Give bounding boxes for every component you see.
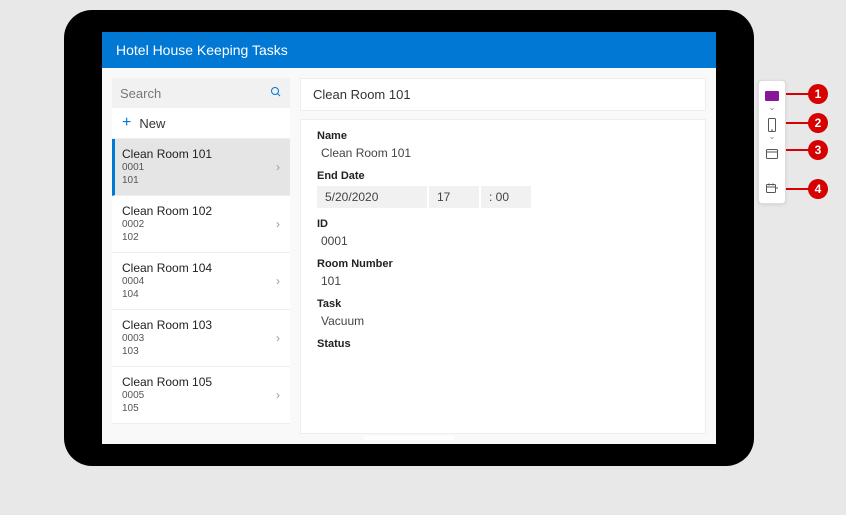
enddate-date[interactable]: 5/20/2020 (317, 186, 427, 208)
left-panel: Search + New Clean Room 1010001101›Clean… (112, 78, 290, 434)
window-icon[interactable] (759, 143, 785, 165)
callout-3: 3 (808, 140, 828, 160)
app-title: Hotel House Keeping Tasks (116, 42, 288, 58)
callout-line (786, 93, 810, 95)
name-label: Name (317, 130, 689, 142)
list-item-id: 0002 (122, 218, 280, 231)
list-item-room: 105 (122, 402, 280, 415)
detail-title: Clean Room 101 (313, 87, 411, 102)
chevron-right-icon: › (276, 160, 280, 174)
list-item-room: 102 (122, 231, 280, 244)
chevron-right-icon: › (276, 274, 280, 288)
enddate-label: End Date (317, 170, 689, 182)
list-item-title: Clean Room 105 (122, 375, 280, 389)
list-item[interactable]: Clean Room 1050005105› (112, 367, 290, 424)
callout-2: 2 (808, 113, 828, 133)
list-item-title: Clean Room 104 (122, 261, 280, 275)
detail-header: Clean Room 101 (300, 78, 706, 111)
list-item-id: 0001 (122, 161, 280, 174)
chevron-right-icon: › (276, 331, 280, 345)
list-item-room: 101 (122, 174, 280, 187)
room-label: Room Number (317, 258, 689, 270)
callout-line (786, 188, 810, 190)
enddate-hour[interactable]: 17 (429, 186, 479, 208)
search-placeholder: Search (120, 86, 161, 101)
chevron-down-icon[interactable]: ⌄ (759, 132, 785, 141)
app-body: Search + New Clean Room 1010001101›Clean… (102, 68, 716, 444)
list-item-room: 103 (122, 345, 280, 358)
new-label: New (139, 116, 165, 131)
detail-panel: Clean Room 101 Name Clean Room 101 End D… (300, 78, 706, 434)
callout-line (786, 149, 810, 151)
list-item-id: 0003 (122, 332, 280, 345)
chevron-right-icon: › (276, 388, 280, 402)
room-value[interactable]: 101 (317, 274, 689, 288)
name-value[interactable]: Clean Room 101 (317, 146, 689, 160)
task-value[interactable]: Vacuum (317, 314, 689, 328)
list-item-room: 104 (122, 288, 280, 301)
list-item-title: Clean Room 102 (122, 204, 280, 218)
enddate-min[interactable]: : 00 (481, 186, 531, 208)
chevron-right-icon: › (276, 217, 280, 231)
toolbox-panel: ⌄ ⌄ (758, 80, 786, 204)
list-item[interactable]: Clean Room 1010001101› (112, 139, 290, 196)
callout-4: 4 (808, 179, 828, 199)
app-header: Hotel House Keeping Tasks (102, 32, 716, 68)
date-icon[interactable] (759, 177, 785, 199)
tablet-frame: Hotel House Keeping Tasks Search + New C… (64, 10, 754, 466)
chevron-down-icon[interactable]: ⌄ (759, 103, 785, 112)
list-item[interactable]: Clean Room 1030003103› (112, 310, 290, 367)
home-indicator (364, 436, 454, 440)
enddate-value[interactable]: 5/20/2020 17 : 00 (317, 186, 689, 208)
list-item[interactable]: Clean Room 1020002102› (112, 196, 290, 253)
search-input[interactable]: Search (112, 78, 290, 108)
new-button[interactable]: + New (112, 108, 290, 138)
callout-1: 1 (808, 84, 828, 104)
app-screen: Hotel House Keeping Tasks Search + New C… (102, 32, 716, 444)
list-item-id: 0004 (122, 275, 280, 288)
search-icon (270, 85, 282, 101)
list-item-title: Clean Room 101 (122, 147, 280, 161)
id-label: ID (317, 218, 689, 230)
task-list[interactable]: Clean Room 1010001101›Clean Room 1020002… (112, 138, 290, 434)
list-item-title: Clean Room 103 (122, 318, 280, 332)
list-item[interactable]: Clean Room 1040004104› (112, 253, 290, 310)
id-value[interactable]: 0001 (317, 234, 689, 248)
list-item-id: 0005 (122, 389, 280, 402)
detail-form: Name Clean Room 101 End Date 5/20/2020 1… (300, 119, 706, 434)
plus-icon: + (122, 114, 131, 132)
callout-line (786, 122, 810, 124)
task-label: Task (317, 298, 689, 310)
status-label: Status (317, 338, 689, 350)
